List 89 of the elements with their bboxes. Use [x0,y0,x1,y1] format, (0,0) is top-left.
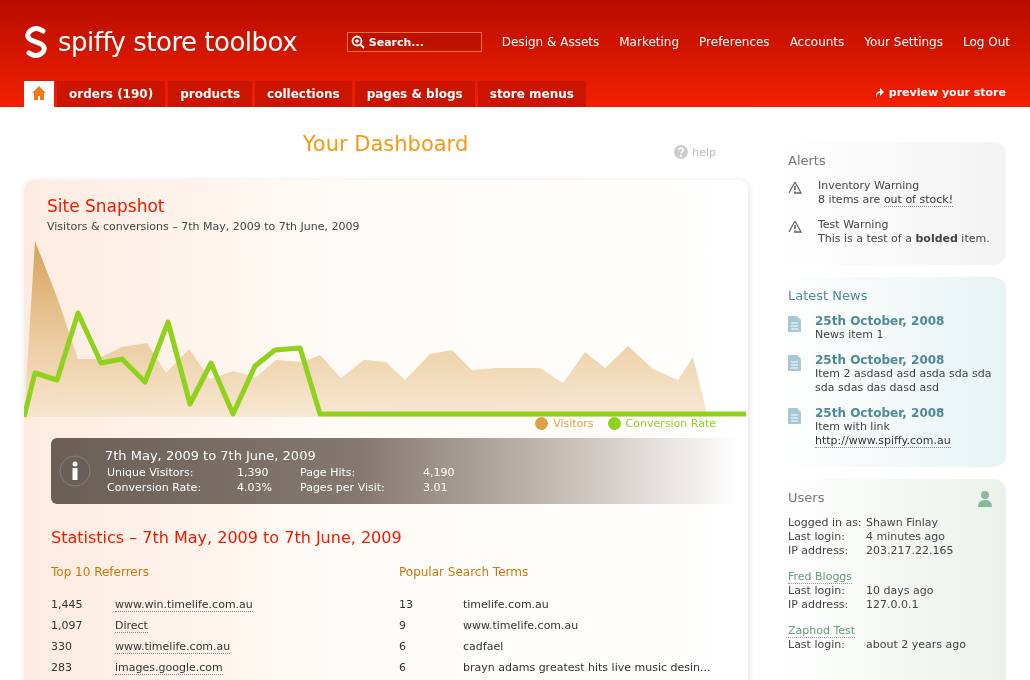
logo-icon [24,26,48,58]
snapshot-title: Site Snapshot [47,196,166,216]
stat-label: Conversion Rate: [107,481,203,494]
alert-text: 8 items are [818,193,882,206]
user-label: IP address: [788,544,850,558]
header-link[interactable]: Your Settings [864,35,943,49]
referrer-count: 1,097 [51,619,84,632]
user-name-link[interactable]: Fred Bloggs [788,570,853,584]
search-count: 6 [399,640,407,653]
user-label: Logged in as: [788,516,863,530]
referrer-count: 283 [51,661,73,674]
stat-value: 3.01 [423,481,449,494]
document-icon [788,355,801,371]
header-link[interactable]: Accounts [789,35,845,49]
arrow-icon [873,86,885,99]
alert-link[interactable]: out of stock! [883,193,954,207]
user-label: Last login: [788,530,846,544]
search-count: 6 [399,661,407,674]
users-title: Users [788,490,825,505]
nav-tab[interactable]: collections [255,81,352,107]
user-value: 203.217.22.165 [866,544,955,558]
search-count: 9 [399,619,407,632]
alert-title: Inventory Warning [818,179,921,193]
search-field[interactable]: Search... [346,32,482,52]
news-text: News item 1 [815,328,885,342]
header-link[interactable]: Log Out [963,35,1010,49]
alert-title: Test Warning [818,218,890,232]
user-value: 4 minutes ago [866,530,946,544]
referrer-link[interactable]: images.google.com [115,660,223,675]
user-name-link[interactable]: Zaphod Test [788,624,856,638]
user-label: IP address: [788,598,850,612]
referrers-title: Top 10 Referrers [51,565,150,579]
search-icon [350,35,365,49]
search-terms-title: Popular Search Terms [399,565,530,579]
header-link[interactable]: Design & Assets [501,35,600,49]
user-value: Shawn Finlay [866,516,940,530]
legend-label: Visitors [553,417,594,430]
search-term: brayn adams greatest hits live music desin... [463,661,711,674]
page-title: Your Dashboard [302,131,469,156]
search-term: www.timelife.com.au [463,619,579,632]
search-term: cadfael [463,640,504,653]
referrer-link[interactable]: www.timelife.com.au [115,639,231,654]
stat-value: 4,190 [423,466,456,479]
stat-value: 4.03% [237,481,273,494]
header-link[interactable]: Preferences [699,35,770,49]
summary-title: 7th May, 2009 to 7th June, 2009 [105,448,317,463]
stat-label: Page Hits: [300,466,357,479]
news-date: 25th October, 2008 [815,406,946,420]
nav-tab[interactable]: pages & blogs [354,81,475,107]
statistics-title: Statistics – 7th May, 2009 to 7th June, 2009 [51,528,403,547]
document-icon [788,408,801,424]
alert-text: This is a test of a bolded item. [818,232,990,246]
news-text: Item with link [815,420,891,434]
help-icon [674,145,689,159]
search-count: 13 [399,598,414,611]
news-date: 25th October, 2008 [815,353,946,367]
news-text: Item 2 asdasd asd asda sda sda sda sdas das dasd asd [815,367,993,395]
referrer-count: 1,445 [51,598,84,611]
nav-tab[interactable]: products [168,81,253,107]
user-value: 10 days ago [866,584,935,598]
user-icon [978,490,992,508]
stat-label: Pages per Visit: [300,481,386,494]
news-title: Latest News [788,288,869,303]
stat-label: Unique Visitors: [107,466,195,479]
snapshot-subtitle: Visitors & conversions – 7th May, 2009 to 7th June, 2009 [47,220,361,233]
news-date: 25th October, 2008 [815,314,945,328]
document-icon [788,316,801,332]
warning-icon [788,220,804,234]
logo-text: spiffy store toolbox [58,27,298,57]
info-icon [59,455,91,487]
nav-tab[interactable]: orders (190) [57,81,166,107]
house-icon [31,84,47,101]
referrer-link[interactable]: Direct [115,618,148,633]
alerts-title: Alerts [788,153,827,168]
search-term: timelife.com.au [463,598,549,611]
nav-tab[interactable]: store menus [477,81,586,107]
warning-icon [788,181,804,195]
home-tab[interactable] [24,81,54,107]
referrer-count: 330 [51,640,73,653]
user-label: Last login: [788,638,846,652]
news-link[interactable]: http://www.spiffy.com.au [815,434,951,448]
preview-store-link[interactable]: preview your store [873,86,1006,107]
user-value: about 2 years ago [866,638,967,652]
header-link[interactable]: Marketing [619,35,680,49]
user-label: Last login: [788,584,846,598]
stat-value: 1,390 [237,466,270,479]
user-value: 127.0.0.1 [866,598,920,612]
legend-label: Conversion Rate [625,417,716,430]
referrer-link[interactable]: www.win.timelife.com.au [115,597,253,612]
